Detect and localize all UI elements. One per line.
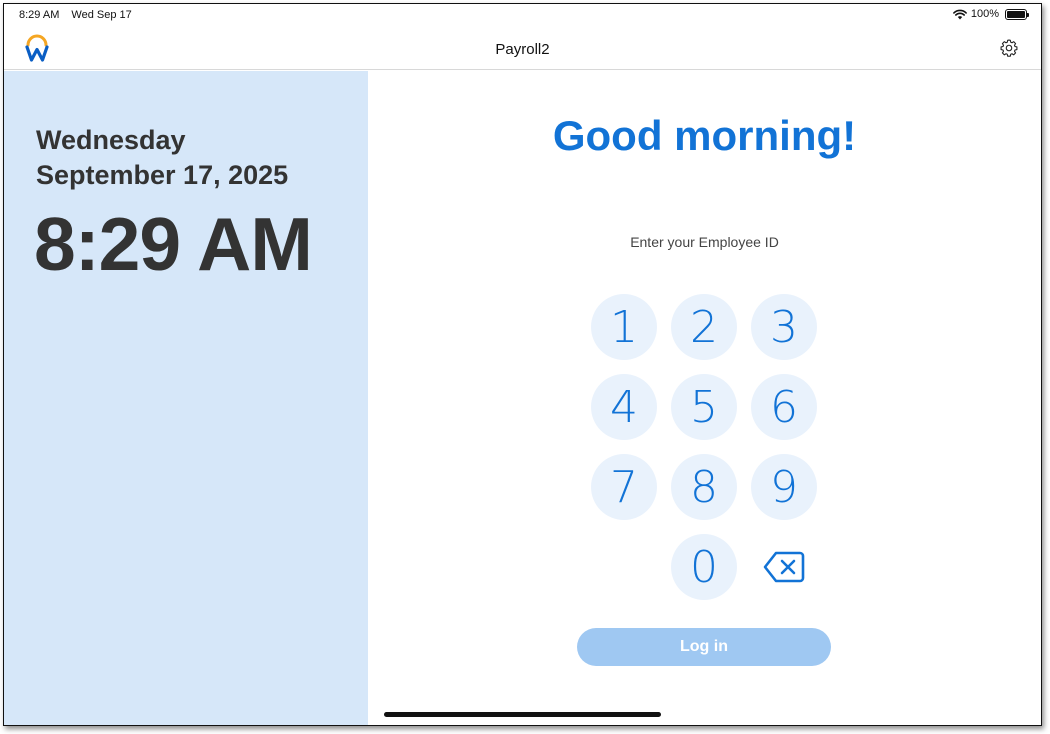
gear-icon[interactable] (999, 38, 1019, 58)
key-4[interactable]: 4 (591, 374, 657, 440)
clock-weekday: Wednesday (36, 125, 186, 155)
status-time: 8:29 AM (19, 9, 60, 21)
key-5[interactable]: 5 (671, 374, 737, 440)
status-bar: 8:29 AM Wed Sep 17 100% (4, 4, 1041, 28)
key-6[interactable]: 6 (751, 374, 817, 440)
backspace-button[interactable] (751, 534, 817, 600)
nav-bar: Payroll2 (4, 28, 1041, 70)
key-2[interactable]: 2 (671, 294, 737, 360)
key-1[interactable]: 1 (591, 294, 657, 360)
app-window: 8:29 AM Wed Sep 17 100% Payroll2 Wednesd… (3, 3, 1042, 726)
clock-date: September 17, 2025 (36, 160, 289, 190)
key-8[interactable]: 8 (671, 454, 737, 520)
status-date: Wed Sep 17 (71, 9, 132, 21)
login-button[interactable]: Log in (577, 628, 831, 666)
home-indicator[interactable] (384, 712, 661, 717)
keypad-spacer (591, 534, 657, 600)
clock-time: 8:29 AM (34, 202, 313, 286)
pin-keypad: 1 2 3 4 5 6 7 8 9 0 (591, 294, 817, 600)
nav-title: Payroll2 (495, 41, 550, 58)
key-9[interactable]: 9 (751, 454, 817, 520)
greeting-heading: Good morning! (552, 112, 857, 159)
clock-panel: Wednesday September 17, 2025 8:29 AM (4, 71, 368, 725)
backspace-icon (763, 551, 805, 583)
battery-percent: 100% (970, 8, 999, 20)
battery-icon (1005, 8, 1029, 20)
wifi-icon (952, 9, 967, 19)
employee-id-prompt: Enter your Employee ID (630, 234, 779, 250)
key-0[interactable]: 0 (671, 534, 737, 600)
key-7[interactable]: 7 (591, 454, 657, 520)
battery-level (1007, 10, 1025, 18)
key-3[interactable]: 3 (751, 294, 817, 360)
